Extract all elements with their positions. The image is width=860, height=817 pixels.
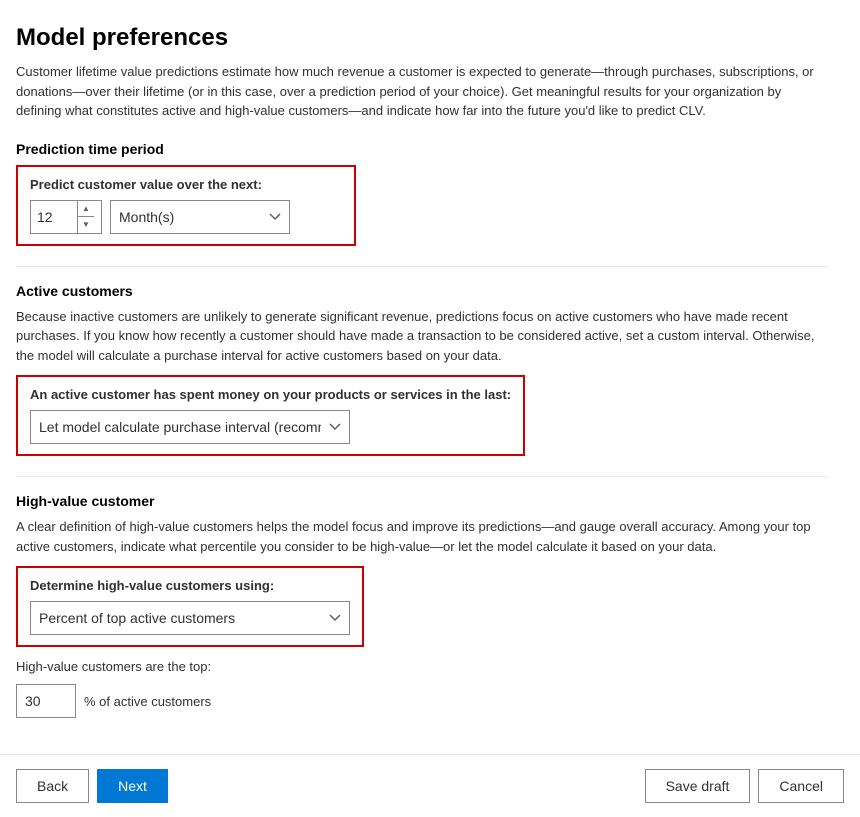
- high-value-box: Determine high-value customers using: Pe…: [16, 566, 364, 647]
- prediction-section-title: Prediction time period: [16, 141, 828, 157]
- interval-select[interactable]: Let model calculate purchase interval (r…: [30, 410, 350, 444]
- percent-row: % of active customers: [16, 684, 828, 718]
- percent-input[interactable]: [16, 684, 76, 718]
- period-select[interactable]: Month(s) Year(s) Week(s): [110, 200, 290, 234]
- prediction-section: Prediction time period Predict customer …: [16, 141, 828, 246]
- prediction-value-input[interactable]: [31, 201, 77, 233]
- prediction-value-spinner: ▲ ▼: [30, 200, 102, 234]
- next-button[interactable]: Next: [97, 769, 168, 803]
- high-value-title: High-value customer: [16, 493, 828, 509]
- cancel-button[interactable]: Cancel: [758, 769, 844, 803]
- high-value-box-label: Determine high-value customers using:: [30, 578, 350, 593]
- back-button[interactable]: Back: [16, 769, 89, 803]
- spinner-buttons: ▲ ▼: [77, 201, 94, 233]
- spinner-down-button[interactable]: ▼: [78, 217, 94, 233]
- divider-2: [16, 476, 828, 477]
- high-value-description: A clear definition of high-value custome…: [16, 517, 828, 556]
- percent-label: High-value customers are the top:: [16, 659, 828, 674]
- save-draft-button[interactable]: Save draft: [645, 769, 751, 803]
- prediction-controls: ▲ ▼ Month(s) Year(s) Week(s): [30, 200, 342, 234]
- percent-container: High-value customers are the top: % of a…: [16, 659, 828, 718]
- percent-suffix: % of active customers: [84, 694, 211, 709]
- prediction-box-label: Predict customer value over the next:: [30, 177, 342, 192]
- prediction-box: Predict customer value over the next: ▲ …: [16, 165, 356, 246]
- footer: Back Next Save draft Cancel: [0, 754, 860, 817]
- active-customers-description: Because inactive customers are unlikely …: [16, 307, 828, 366]
- high-value-section: High-value customer A clear definition o…: [16, 493, 828, 718]
- divider-1: [16, 266, 828, 267]
- active-customers-section: Active customers Because inactive custom…: [16, 283, 828, 457]
- footer-left: Back Next: [16, 769, 168, 803]
- page-description: Customer lifetime value predictions esti…: [16, 62, 828, 121]
- active-customers-box: An active customer has spent money on yo…: [16, 375, 525, 456]
- highvalue-select[interactable]: Percent of top active customers Let mode…: [30, 601, 350, 635]
- footer-right: Save draft Cancel: [645, 769, 844, 803]
- spinner-up-button[interactable]: ▲: [78, 201, 94, 218]
- active-customers-title: Active customers: [16, 283, 828, 299]
- active-customers-box-label: An active customer has spent money on yo…: [30, 387, 511, 402]
- page-title: Model preferences: [16, 24, 828, 52]
